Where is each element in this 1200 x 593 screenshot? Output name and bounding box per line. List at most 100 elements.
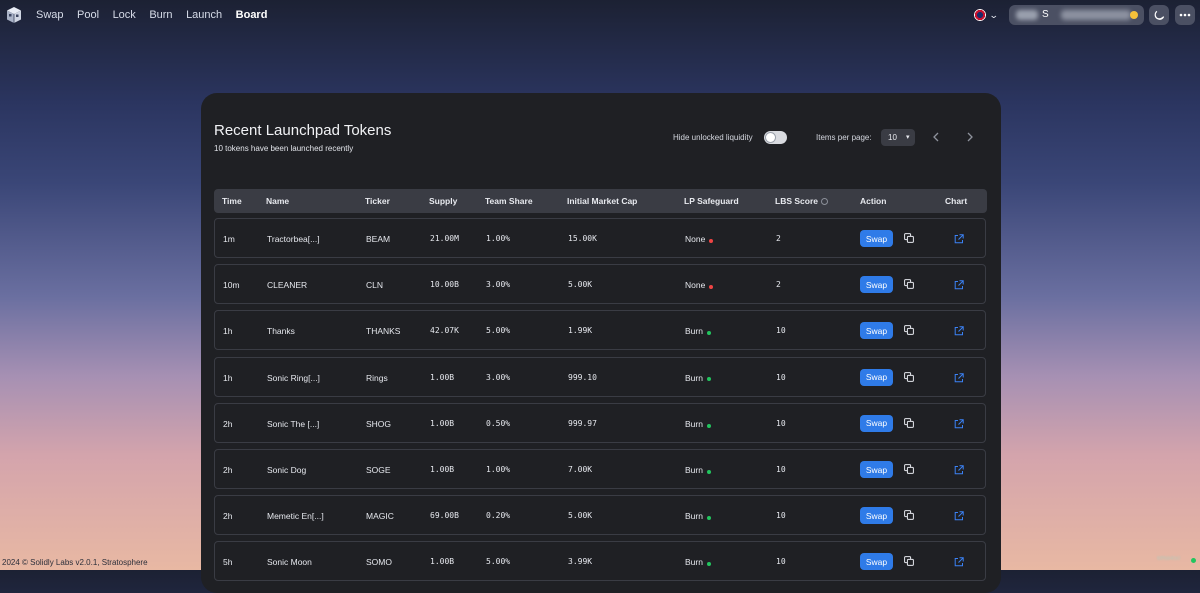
external-link-icon[interactable] [954,465,964,475]
nav-lock[interactable]: Lock [113,9,136,21]
cell-market-cap: 999.10 [568,372,597,382]
external-link-icon[interactable] [954,557,964,567]
cell-lp-safeguard: None [685,234,714,244]
external-link-icon[interactable] [954,419,964,429]
swap-button[interactable]: Swap [860,507,893,525]
status-dot [706,562,711,567]
cell-name: Sonic Dog [267,465,307,475]
table-row[interactable]: 10m CLEANER CLN 10.00B 3.00% 5.00K None 2 Swap [214,264,986,305]
cell-lbs-score: 10 [776,465,786,474]
copy-icon[interactable] [904,464,914,474]
swap-button[interactable]: Swap [860,322,893,340]
chevron-down-icon: ⌄ [988,9,999,20]
app-logo-icon[interactable] [5,6,23,24]
swap-button[interactable]: Swap [860,368,893,386]
items-per-page-select[interactable]: 10 ▾ [881,129,915,146]
cell-supply: 10.00B [430,280,459,290]
lp-safeguard-label: Burn [685,511,703,522]
lp-safeguard-label: Burn [685,557,703,568]
more-options-button[interactable] [1175,5,1195,25]
account-address-blurred [1061,10,1131,20]
copy-icon[interactable] [904,510,914,521]
cell-ticker: MAGIC [366,511,394,522]
table-row[interactable]: 1m Tractorbea[...] BEAM 21.00M 1.00% 15.00K No… [214,218,986,258]
cell-name: Memetic En[...] [267,511,324,522]
cell-ticker: CLN [366,280,384,291]
col-supply[interactable]: Supply [429,196,457,206]
cell-lp-safeguard: None [685,280,714,291]
cell-supply: 1.00B [430,372,455,382]
account-button[interactable]: S [1009,5,1144,25]
cell-ticker: BEAM [366,234,391,244]
prev-page-button[interactable] [932,132,940,145]
lp-safeguard-label: None [685,280,706,291]
external-link-icon[interactable] [954,511,964,521]
nav-burn[interactable]: Burn [149,9,172,21]
col-time[interactable]: Time [222,196,242,206]
lp-safeguard-label: Burn [685,418,703,429]
status-dot [709,284,714,289]
col-name[interactable]: Name [266,196,289,206]
table-row[interactable]: 1h Thanks THANKS 42.07K 5.00% 1.99K Burn 10 Swap [214,310,986,351]
table-row[interactable]: 2h Sonic Dog SOGE 1.00B 1.00% 7.00K Burn 10 Swap [214,449,986,489]
cell-time: 2h [223,465,233,475]
copy-icon[interactable] [904,279,914,290]
network-status-dot [1191,558,1196,563]
copy-icon[interactable] [904,417,914,428]
table-row[interactable]: 5h Sonic Moon SOMO 1.00B 5.00% 3.99K Burn 10 Swa… [214,541,986,582]
nav-launch[interactable]: Launch [186,9,222,21]
nav-pool[interactable]: Pool [77,9,99,21]
table-row[interactable]: 2h Sonic The [...] SHOG 1.00B 0.50% 999.97 Bur… [214,402,986,443]
nav-board[interactable]: Board [236,9,268,21]
moon-icon [1154,10,1164,20]
swap-button[interactable]: Swap [860,461,893,478]
hide-unlocked-toggle[interactable] [764,131,787,144]
copy-icon[interactable] [904,325,914,336]
top-nav: Swap Pool Lock Burn Launch Board ⌄ S [0,0,1200,32]
lp-safeguard-label: Burn [685,326,703,337]
theme-toggle-button[interactable] [1149,5,1169,25]
status-dot [709,238,714,243]
cell-ticker: SOMO [366,557,392,568]
col-ticker[interactable]: Ticker [365,196,390,206]
col-initial-market-cap[interactable]: Initial Market Cap [567,196,637,206]
table-row[interactable]: 2h Memetic En[...] MAGIC 69.00B 0.20% 5.00K Bu… [214,495,986,536]
next-page-button[interactable] [966,132,974,145]
col-team-share[interactable]: Team Share [485,196,533,206]
swap-button[interactable]: Swap [860,276,893,294]
external-link-icon[interactable] [954,280,964,290]
info-icon[interactable] [821,198,828,206]
cell-lbs-score: 10 [776,326,786,336]
cell-lbs-score: 10 [776,557,786,567]
items-per-page-value: 10 [888,133,897,142]
copy-icon[interactable] [904,371,914,382]
copy-icon[interactable] [904,556,914,567]
cell-name: Thanks [267,326,295,337]
cell-supply: 1.00B [430,465,455,474]
col-lbs-score[interactable]: LBS Score [775,196,828,206]
cell-market-cap: 3.99K [568,557,593,567]
cell-team-share: 1.00% [486,465,511,474]
col-lp-safeguard[interactable]: LP Safeguard [684,196,739,206]
cell-supply: 21.00M [430,234,459,243]
copy-icon[interactable] [904,233,914,243]
swap-button[interactable]: Swap [860,553,893,571]
lp-safeguard-label: None [685,234,706,244]
cell-time: 1h [223,372,233,383]
footer-text: 2024 © Solidly Labs v2.0.1, Stratosphere [2,558,148,567]
external-link-icon[interactable] [954,234,964,244]
external-link-icon[interactable] [954,372,964,383]
swap-button[interactable]: Swap [860,230,893,247]
nav-swap[interactable]: Swap [36,9,64,21]
external-link-icon[interactable] [954,326,964,336]
swap-button[interactable]: Swap [860,414,893,432]
cell-time: 1h [223,326,233,337]
cell-market-cap: 15.00K [568,234,597,243]
lp-safeguard-label: Burn [685,372,703,383]
cell-lp-safeguard: Burn [685,373,711,383]
chevron-left-icon [933,132,939,142]
language-selector[interactable]: ⌄ [974,9,999,21]
chevron-down-icon: ▾ [906,134,910,141]
table-row[interactable]: 1h Sonic Ring[...] Rings 1.00B 3.00% 999.10 Bu… [214,356,986,397]
account-initial: S [1042,9,1049,20]
